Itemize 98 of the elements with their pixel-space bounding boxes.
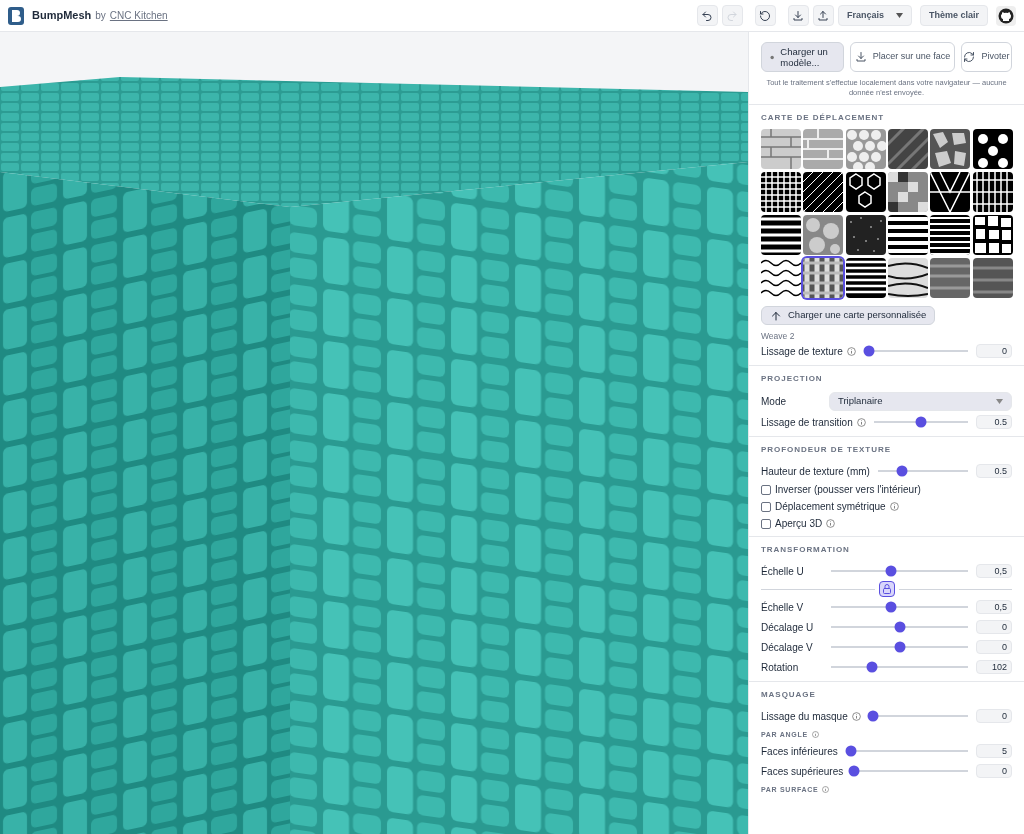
scale-lock-button[interactable] bbox=[878, 581, 895, 597]
texture-thumbnail[interactable] bbox=[845, 215, 886, 255]
slider-thumb[interactable] bbox=[848, 765, 860, 777]
undo-button[interactable] bbox=[696, 5, 718, 26]
info-icon[interactable] bbox=[826, 519, 836, 528]
download-icon bbox=[792, 9, 805, 22]
github-icon[interactable] bbox=[996, 5, 1016, 26]
checkbox-label: Aperçu 3D bbox=[775, 517, 823, 531]
redo-icon bbox=[726, 9, 739, 22]
texture-thumbnail[interactable] bbox=[845, 172, 886, 212]
value-field[interactable]: 102 bbox=[976, 660, 1012, 674]
info-icon[interactable] bbox=[889, 502, 899, 511]
section-title: PROJECTION bbox=[761, 374, 824, 384]
texture-thumbnail[interactable] bbox=[803, 215, 844, 255]
upload-map-button[interactable]: Charger une carte personnalisée bbox=[761, 306, 936, 325]
texture-thumbnail[interactable] bbox=[888, 172, 928, 212]
value-field[interactable]: 0 bbox=[976, 709, 1012, 723]
section-title: TRANSFORMATION bbox=[761, 545, 851, 555]
texture-thumbnail[interactable] bbox=[930, 129, 971, 169]
undo-icon bbox=[701, 9, 714, 22]
slider-label: Décalage V bbox=[761, 640, 814, 655]
value-field[interactable]: 0 bbox=[976, 344, 1012, 358]
slider-thumb[interactable] bbox=[867, 710, 879, 722]
download-icon bbox=[854, 51, 867, 63]
texture-thumbnail[interactable] bbox=[888, 129, 928, 169]
checkbox-label: Déplacement symétrique bbox=[775, 500, 886, 514]
texture-thumbnail[interactable] bbox=[930, 258, 971, 298]
slider-label: Lissage de transition bbox=[761, 415, 853, 430]
checkbox[interactable] bbox=[761, 518, 771, 529]
slider-label: Hauteur de texture (mm) bbox=[761, 464, 870, 479]
value-field[interactable]: 0,5 bbox=[976, 564, 1012, 578]
slider-label: Faces inférieures bbox=[761, 744, 838, 759]
slider-thumb[interactable] bbox=[915, 416, 927, 428]
section-title: MASQUAGE bbox=[761, 690, 817, 700]
action-button[interactable]: Charger un modèle... bbox=[761, 42, 844, 72]
checkbox-label: Inverser (pousser vers l'intérieur) bbox=[775, 483, 921, 497]
author-link[interactable]: CNC Kitchen bbox=[109, 8, 168, 23]
value-field[interactable]: 0,5 bbox=[976, 600, 1012, 614]
lock-icon bbox=[880, 583, 893, 595]
theme-button[interactable]: Thème clair bbox=[919, 5, 988, 26]
selected-texture-name: Weave 2 bbox=[761, 331, 796, 341]
value-field[interactable]: 5 bbox=[976, 744, 1012, 758]
info-icon[interactable] bbox=[811, 731, 819, 738]
mode-dropdown[interactable]: Triplanaire bbox=[829, 391, 1012, 411]
caret-icon bbox=[895, 13, 903, 18]
reset-icon bbox=[759, 9, 772, 22]
upload-button[interactable] bbox=[812, 5, 834, 26]
info-icon[interactable] bbox=[822, 786, 830, 793]
texture-thumbnail[interactable] bbox=[761, 258, 801, 298]
language-dropdown[interactable]: Français bbox=[837, 5, 912, 26]
download-button[interactable] bbox=[787, 5, 809, 26]
section-title: CARTE DE DÉPLACEMENT bbox=[761, 113, 886, 123]
by-text: by bbox=[95, 9, 106, 23]
texture-thumbnail[interactable] bbox=[845, 258, 886, 298]
slider-thumb[interactable] bbox=[896, 465, 908, 477]
slider-label: Rotation bbox=[761, 660, 800, 675]
value-field[interactable]: 0.5 bbox=[976, 415, 1012, 429]
checkbox[interactable] bbox=[761, 484, 771, 495]
slider-thumb[interactable] bbox=[894, 641, 905, 653]
texture-thumbnail[interactable] bbox=[803, 258, 844, 298]
app-name: BumpMesh bbox=[32, 8, 92, 24]
slider-thumb[interactable] bbox=[885, 601, 897, 613]
texture-thumbnail[interactable] bbox=[972, 258, 1013, 298]
app-logo-icon bbox=[8, 6, 24, 25]
slider-thumb[interactable] bbox=[866, 661, 878, 673]
texture-thumbnail[interactable] bbox=[972, 215, 1013, 255]
slider-label: Échelle V bbox=[761, 600, 805, 615]
texture-thumbnail[interactable] bbox=[803, 129, 844, 169]
value-field[interactable]: 0 bbox=[976, 620, 1012, 634]
slider-thumb[interactable] bbox=[845, 745, 857, 757]
slider-label: Lissage de texture bbox=[761, 344, 843, 359]
checkbox[interactable] bbox=[761, 501, 771, 512]
section-title: PROFONDEUR DE TEXTURE bbox=[761, 445, 892, 455]
slider-label: Décalage U bbox=[761, 620, 815, 635]
mode-label: Mode bbox=[761, 394, 787, 409]
slider-thumb[interactable] bbox=[885, 565, 897, 577]
reset-button[interactable] bbox=[754, 5, 776, 26]
arrow-up-icon bbox=[770, 309, 782, 322]
slider-label: Faces supérieures bbox=[761, 764, 844, 779]
texture-thumbnail[interactable] bbox=[888, 215, 928, 255]
value-field[interactable]: 0.5 bbox=[976, 464, 1012, 478]
caret-icon bbox=[996, 398, 1003, 404]
action-button[interactable]: Placer sur une face bbox=[850, 42, 955, 72]
texture-thumbnail[interactable] bbox=[761, 215, 801, 255]
slider-label: Échelle U bbox=[761, 564, 805, 579]
texture-thumbnail[interactable] bbox=[761, 129, 801, 169]
upload-icon bbox=[817, 9, 830, 22]
slider-label: Lissage du masque bbox=[761, 709, 848, 724]
value-field[interactable]: 0 bbox=[976, 640, 1012, 654]
rotate-icon bbox=[963, 51, 976, 63]
texture-thumbnail[interactable] bbox=[930, 215, 971, 255]
action-button[interactable]: Pivoter bbox=[961, 42, 1012, 72]
texture-thumbnail[interactable] bbox=[888, 258, 928, 298]
value-field[interactable]: 0 bbox=[976, 764, 1012, 778]
slider-thumb[interactable] bbox=[863, 345, 875, 357]
texture-thumbnail[interactable] bbox=[972, 129, 1013, 169]
texture-thumbnail[interactable] bbox=[845, 129, 886, 169]
slider-thumb[interactable] bbox=[894, 621, 905, 633]
